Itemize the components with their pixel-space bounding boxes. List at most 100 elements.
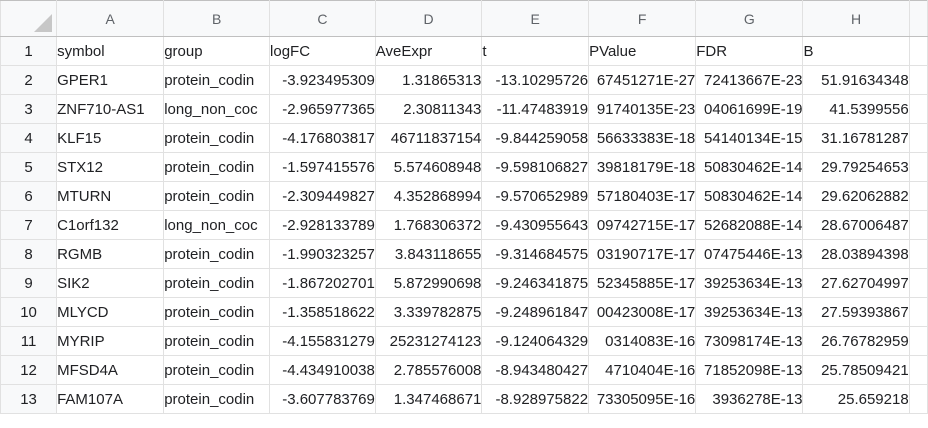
cell-e5[interactable]: -9.598106827 bbox=[481, 152, 590, 182]
cell-h10[interactable]: 27.59393867 bbox=[802, 297, 910, 327]
column-header-a[interactable]: A bbox=[56, 0, 165, 37]
cell-c9[interactable]: -1.867202701 bbox=[269, 268, 376, 298]
cell-e9[interactable]: -9.246341875 bbox=[481, 268, 590, 298]
cell-c4[interactable]: -4.176803817 bbox=[269, 123, 376, 153]
cell-g9[interactable]: 39253634E-13 bbox=[695, 268, 804, 298]
row-number[interactable]: 12 bbox=[0, 355, 58, 385]
empty-cell[interactable] bbox=[908, 384, 928, 414]
cell-e1[interactable]: t bbox=[481, 36, 590, 66]
empty-cell[interactable] bbox=[908, 355, 928, 385]
empty-cell[interactable] bbox=[908, 268, 928, 298]
cell-g4[interactable]: 54140134E-15 bbox=[695, 123, 804, 153]
row-number[interactable]: 8 bbox=[0, 239, 58, 269]
cell-d3[interactable]: 2.30811343 bbox=[374, 94, 483, 124]
cell-h13[interactable]: 25.659218 bbox=[802, 384, 910, 414]
column-header-f[interactable]: F bbox=[588, 0, 697, 37]
cell-a13[interactable]: FAM107A bbox=[56, 384, 165, 414]
cell-e7[interactable]: -9.430955643 bbox=[481, 210, 590, 240]
cell-a4[interactable]: KLF15 bbox=[56, 123, 165, 153]
row-number[interactable]: 2 bbox=[0, 65, 58, 95]
cell-h6[interactable]: 29.62062882 bbox=[802, 181, 910, 211]
cell-e11[interactable]: -9.124064329 bbox=[481, 326, 590, 356]
cell-b10[interactable]: protein_codin bbox=[163, 297, 271, 327]
cell-d12[interactable]: 2.785576008 bbox=[374, 355, 483, 385]
cell-c5[interactable]: -1.597415576 bbox=[269, 152, 376, 182]
cell-c10[interactable]: -1.358518622 bbox=[269, 297, 376, 327]
cell-a9[interactable]: SIK2 bbox=[56, 268, 165, 298]
empty-cell[interactable] bbox=[908, 181, 928, 211]
cell-a11[interactable]: MYRIP bbox=[56, 326, 165, 356]
cell-e8[interactable]: -9.314684575 bbox=[481, 239, 590, 269]
cell-f6[interactable]: 57180403E-17 bbox=[588, 181, 697, 211]
empty-cell[interactable] bbox=[908, 123, 928, 153]
cell-b6[interactable]: protein_codin bbox=[163, 181, 271, 211]
column-header-next[interactable] bbox=[908, 0, 928, 37]
cell-g6[interactable]: 50830462E-14 bbox=[695, 181, 804, 211]
cell-h2[interactable]: 51.91634348 bbox=[802, 65, 910, 95]
cell-d13[interactable]: 1.347468671 bbox=[374, 384, 483, 414]
column-header-h[interactable]: H bbox=[802, 0, 910, 37]
cell-h4[interactable]: 31.16781287 bbox=[802, 123, 910, 153]
cell-d8[interactable]: 3.843118655 bbox=[374, 239, 483, 269]
cell-g10[interactable]: 39253634E-13 bbox=[695, 297, 804, 327]
cell-a2[interactable]: GPER1 bbox=[56, 65, 165, 95]
cell-e4[interactable]: -9.844259058 bbox=[481, 123, 590, 153]
cell-f13[interactable]: 73305095E-16 bbox=[588, 384, 697, 414]
cell-h11[interactable]: 26.76782959 bbox=[802, 326, 910, 356]
cell-g11[interactable]: 73098174E-13 bbox=[695, 326, 804, 356]
cell-d2[interactable]: 1.31865313 bbox=[374, 65, 483, 95]
column-header-g[interactable]: G bbox=[695, 0, 804, 37]
cell-g12[interactable]: 71852098E-13 bbox=[695, 355, 804, 385]
cell-e13[interactable]: -8.928975822 bbox=[481, 384, 590, 414]
cell-d11[interactable]: 25231274123 bbox=[374, 326, 483, 356]
cell-c13[interactable]: -3.607783769 bbox=[269, 384, 376, 414]
cell-a12[interactable]: MFSD4A bbox=[56, 355, 165, 385]
cell-f11[interactable]: 0314083E-16 bbox=[588, 326, 697, 356]
cell-c7[interactable]: -2.928133789 bbox=[269, 210, 376, 240]
cell-b9[interactable]: protein_codin bbox=[163, 268, 271, 298]
cell-g13[interactable]: 3936278E-13 bbox=[695, 384, 804, 414]
row-number[interactable]: 13 bbox=[0, 384, 58, 414]
cell-b12[interactable]: protein_codin bbox=[163, 355, 271, 385]
empty-cell[interactable] bbox=[908, 297, 928, 327]
row-number[interactable]: 11 bbox=[0, 326, 58, 356]
column-header-b[interactable]: B bbox=[163, 0, 271, 37]
cell-e2[interactable]: -13.10295726 bbox=[481, 65, 590, 95]
cell-h5[interactable]: 29.79254653 bbox=[802, 152, 910, 182]
cell-b1[interactable]: group bbox=[163, 36, 271, 66]
row-number[interactable]: 1 bbox=[0, 36, 58, 66]
cell-f3[interactable]: 91740135E-23 bbox=[588, 94, 697, 124]
cell-a7[interactable]: C1orf132 bbox=[56, 210, 165, 240]
column-header-d[interactable]: D bbox=[374, 0, 483, 37]
empty-cell[interactable] bbox=[908, 239, 928, 269]
cell-d4[interactable]: 46711837154 bbox=[374, 123, 483, 153]
cell-c8[interactable]: -1.990323257 bbox=[269, 239, 376, 269]
cell-f9[interactable]: 52345885E-17 bbox=[588, 268, 697, 298]
cell-f5[interactable]: 39818179E-18 bbox=[588, 152, 697, 182]
cell-a6[interactable]: MTURN bbox=[56, 181, 165, 211]
cell-f7[interactable]: 09742715E-17 bbox=[588, 210, 697, 240]
cell-b13[interactable]: protein_codin bbox=[163, 384, 271, 414]
row-number[interactable]: 10 bbox=[0, 297, 58, 327]
cell-f12[interactable]: 4710404E-16 bbox=[588, 355, 697, 385]
cell-h12[interactable]: 25.78509421 bbox=[802, 355, 910, 385]
empty-cell[interactable] bbox=[908, 94, 928, 124]
cell-e6[interactable]: -9.570652989 bbox=[481, 181, 590, 211]
cell-f8[interactable]: 03190717E-17 bbox=[588, 239, 697, 269]
empty-cell[interactable] bbox=[908, 210, 928, 240]
cell-c6[interactable]: -2.309449827 bbox=[269, 181, 376, 211]
cell-h1[interactable]: B bbox=[802, 36, 910, 66]
cell-h8[interactable]: 28.03894398 bbox=[802, 239, 910, 269]
cell-b8[interactable]: protein_codin bbox=[163, 239, 271, 269]
cell-g3[interactable]: 04061699E-19 bbox=[695, 94, 804, 124]
cell-c1[interactable]: logFC bbox=[269, 36, 376, 66]
cell-c12[interactable]: -4.434910038 bbox=[269, 355, 376, 385]
empty-cell[interactable] bbox=[908, 36, 928, 66]
cell-d1[interactable]: AveExpr bbox=[374, 36, 483, 66]
cell-g2[interactable]: 72413667E-23 bbox=[695, 65, 804, 95]
cell-b2[interactable]: protein_codin bbox=[163, 65, 271, 95]
row-number[interactable]: 3 bbox=[0, 94, 58, 124]
cell-g1[interactable]: FDR bbox=[695, 36, 804, 66]
cell-a1[interactable]: symbol bbox=[56, 36, 165, 66]
cell-g8[interactable]: 07475446E-13 bbox=[695, 239, 804, 269]
